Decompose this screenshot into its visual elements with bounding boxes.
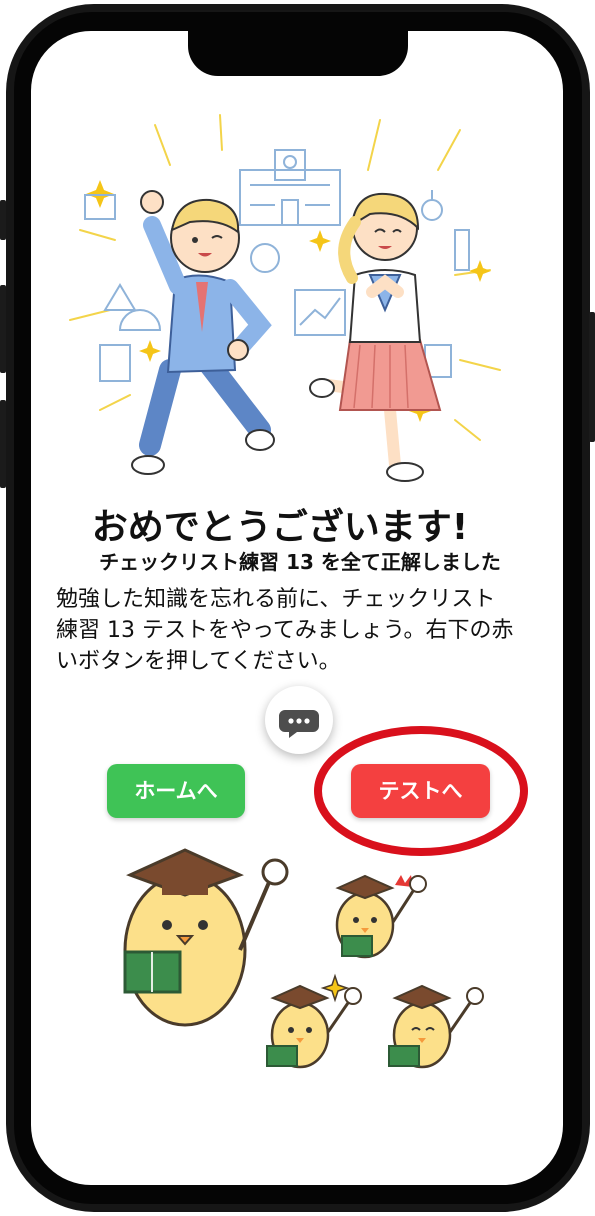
power-button — [589, 312, 595, 442]
phone-notch — [188, 12, 408, 76]
silent-switch — [0, 200, 6, 240]
instruction-line: 勉強した知識を忘れる前に、チェックリスト — [56, 587, 496, 612]
instruction-text: 勉強した知識を忘れる前に、チェックリスト 練習 13 テストをやってみましょう。… — [56, 584, 544, 677]
celebrating-students-illustration — [69, 114, 501, 482]
instruction-line: いボタンを押してください。 — [56, 649, 341, 674]
volume-down-button — [0, 400, 6, 488]
volume-up-button — [0, 285, 6, 373]
congratulations-title: おめでとうございます! — [91, 507, 469, 548]
graduation-chicks-illustration — [123, 848, 484, 1069]
home-button[interactable]: ホームへ — [107, 764, 245, 818]
highlight-ellipse — [314, 726, 528, 856]
instruction-line: 練習 13 テストをやってみましょう。右下の赤 — [56, 618, 514, 643]
completion-subtitle: チェックリスト練習 13 を全て正解しました — [99, 550, 501, 574]
